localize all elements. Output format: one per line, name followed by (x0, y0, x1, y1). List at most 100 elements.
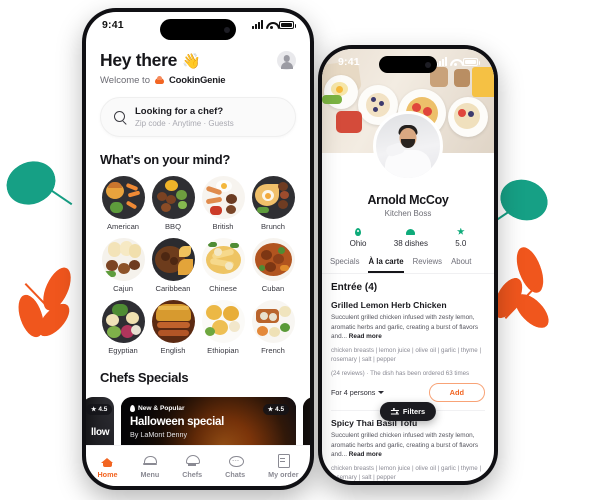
signal-bars-icon (436, 57, 447, 66)
star-icon (455, 227, 466, 236)
status-time: 9:41 (102, 19, 124, 31)
tab-chats[interactable]: Chats (225, 454, 245, 479)
hero-food-item (336, 111, 362, 133)
dish-name: Grilled Lemon Herb Chicken (331, 300, 447, 310)
status-time: 9:41 (338, 56, 360, 68)
tab-label: My order (268, 469, 299, 479)
phone-left-home: 9:41 Hey there 👋 Welcome to CookinGenie … (82, 8, 314, 490)
tab-my-order[interactable]: My order (268, 454, 299, 479)
category-brunch[interactable]: Brunch (250, 176, 296, 231)
read-more-link[interactable]: Read more (349, 333, 382, 340)
chef-profile-screen: 9:41 Arnold McCoy Kitchen Boss Ohio 38 d… (322, 49, 494, 481)
card-body: llow (91, 423, 110, 438)
chef-avatar (373, 111, 443, 181)
card-body: New & Popular Halloween special By LaMon… (130, 405, 288, 439)
categories-title: What's on your mind? (100, 152, 230, 167)
category-caribbean[interactable]: Caribbean (150, 238, 196, 293)
home-content: Hey there 👋 Welcome to CookinGenie Looki… (86, 50, 310, 486)
category-bbq[interactable]: BBQ (150, 176, 196, 231)
search-title: Looking for a chef? (135, 106, 224, 117)
welcome-prefix: Welcome to (100, 75, 150, 86)
wifi-icon (266, 21, 276, 29)
category-label: English (160, 346, 186, 355)
chat-bubble-icon (225, 454, 245, 468)
sparkle-star-icon (500, 368, 530, 398)
hero-food-item (468, 111, 474, 117)
chef-hat-icon (182, 454, 202, 468)
cookin-genie-lamp-icon (154, 75, 165, 86)
filters-button[interactable]: Filters (379, 402, 437, 421)
avatar-beard (401, 139, 415, 148)
tab-a-la-carte[interactable]: À la carte (368, 257, 404, 273)
chevron-down-icon (378, 391, 385, 395)
home-screen: 9:41 Hey there 👋 Welcome to CookinGenie … (86, 12, 310, 486)
category-image (101, 300, 145, 343)
search-input[interactable]: Looking for a chef? Zip code · Anytime ·… (100, 97, 296, 137)
tab-specials[interactable]: Specials (330, 257, 359, 273)
category-british[interactable]: British (200, 176, 246, 231)
specials-title: Chefs Specials (100, 370, 189, 385)
category-label: French (261, 346, 285, 355)
chef-role: Kitchen Boss (384, 209, 432, 218)
tab-chefs[interactable]: Chefs (182, 454, 202, 479)
dish-description: Succulent grilled chicken infused with z… (331, 431, 485, 460)
wifi-icon (450, 58, 460, 66)
composition-stage: 9:41 Arnold McCoy Kitchen Boss Ohio 38 d… (0, 0, 595, 500)
card-title: Halloween special (130, 416, 224, 428)
tab-label: Home (97, 469, 118, 479)
category-image (251, 238, 295, 281)
dish-list: Entrée (4) Grilled Lemon Herb Chicken Su… (322, 274, 494, 481)
sparkle-star-icon (22, 62, 80, 120)
tab-label: Chats (225, 469, 246, 479)
chef-stat-value: 5.0 (455, 239, 467, 248)
read-more-link[interactable]: Read more (349, 451, 382, 458)
category-label: Egyptian (108, 346, 138, 355)
category-label: BBQ (164, 222, 182, 231)
status-icons (252, 20, 296, 29)
brand-name: CookinGenie (168, 75, 226, 86)
category-chinese[interactable]: Chinese (200, 238, 246, 293)
card-title: llow (91, 427, 110, 438)
category-label: American (106, 222, 140, 231)
category-image (151, 238, 195, 281)
tab-label: Chefs (182, 469, 203, 479)
chef-stat-rating: 5.0 (455, 227, 466, 248)
greeting-text: Hey there (100, 50, 178, 70)
category-grid: American BBQ British Brunch Cajun Caribb… (100, 176, 296, 355)
category-cajun[interactable]: Cajun (100, 238, 146, 293)
add-button[interactable]: Add (428, 383, 485, 403)
greeting-row: Hey there 👋 (100, 50, 296, 71)
rating-value: 4.5 (98, 406, 108, 413)
card-author: By LaMont Denny (130, 430, 188, 439)
dish-meta: (24 reviews) · The dish has been ordered… (331, 370, 470, 378)
category-french[interactable]: French (250, 300, 296, 355)
category-label: Cajun (113, 284, 133, 293)
tab-reviews[interactable]: Reviews (413, 257, 442, 273)
category-egyptian[interactable]: Egyptian (100, 300, 146, 355)
category-label: British (212, 222, 234, 231)
chef-stat-value: 38 dishes (393, 239, 428, 248)
category-american[interactable]: American (100, 176, 146, 231)
tab-about[interactable]: About (451, 257, 471, 273)
search-icon (114, 111, 126, 123)
leaf-teal-decoration (0, 154, 62, 212)
tab-home[interactable]: Home (97, 454, 117, 479)
category-english[interactable]: English (150, 300, 196, 355)
battery-icon (279, 21, 296, 29)
persons-label: For 4 persons (331, 388, 376, 398)
wave-hand-icon: 👋 (182, 52, 201, 70)
persons-selector[interactable]: For 4 persons (331, 388, 385, 398)
filters-icon (390, 408, 399, 416)
hero-food-item (322, 95, 342, 104)
category-ethiopian[interactable]: Ethiopian (200, 300, 246, 355)
location-pin-icon (350, 227, 367, 236)
category-cuban[interactable]: Cuban (250, 238, 296, 293)
category-image (251, 176, 295, 219)
category-image (201, 300, 245, 343)
category-label: Caribbean (155, 284, 191, 293)
tab-menu[interactable]: Menu (140, 454, 159, 479)
user-avatar-icon[interactable] (277, 51, 296, 70)
dish-item: Spicy Thai Basil Tofu Succulent grilled … (331, 418, 485, 481)
hero-food-item (458, 109, 466, 117)
signal-bars-icon (252, 20, 263, 29)
